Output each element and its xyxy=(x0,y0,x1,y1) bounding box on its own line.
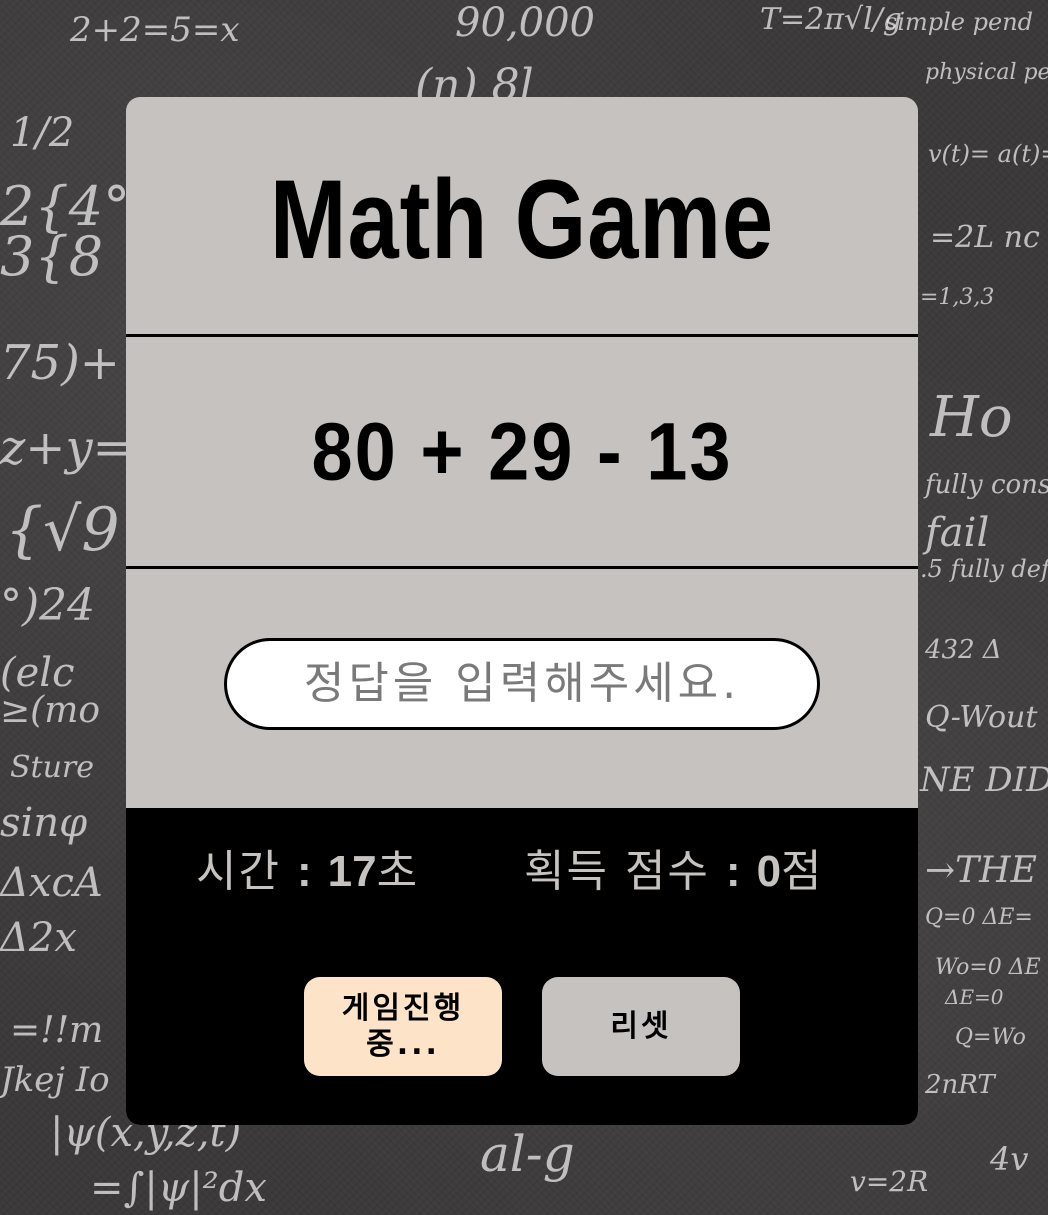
problem-section: 80 + 29 - 13 xyxy=(126,337,918,569)
stats-row: 시간 : 17초 획득 점수 : 0점 xyxy=(126,842,918,902)
title-section: Math Game xyxy=(126,97,918,337)
score-stat: 획득 점수 : 0점 xyxy=(524,842,824,902)
reset-button[interactable]: 리셋 xyxy=(542,977,740,1076)
game-title: Math Game xyxy=(269,157,775,283)
score-label: 획득 점수 xyxy=(524,846,710,897)
answer-section xyxy=(126,569,918,808)
status-panel: 시간 : 17초 획득 점수 : 0점 게임진행중... 리셋 xyxy=(126,808,918,1125)
time-value: 17 xyxy=(327,847,377,896)
answer-input[interactable] xyxy=(224,637,820,730)
time-stat: 시간 : 17초 xyxy=(196,842,419,902)
math-problem: 80 + 29 - 13 xyxy=(311,405,733,498)
score-value: 0 xyxy=(756,847,782,896)
time-separator: : xyxy=(296,847,312,896)
time-label: 시간 xyxy=(196,846,281,897)
score-unit: 점 xyxy=(781,846,824,897)
math-game-card: Math Game 80 + 29 - 13 시간 : 17초 획득 점수 : … xyxy=(126,97,918,1125)
score-separator: : xyxy=(725,847,741,896)
time-unit: 초 xyxy=(376,846,420,897)
game-status-button[interactable]: 게임진행중... xyxy=(304,977,502,1076)
